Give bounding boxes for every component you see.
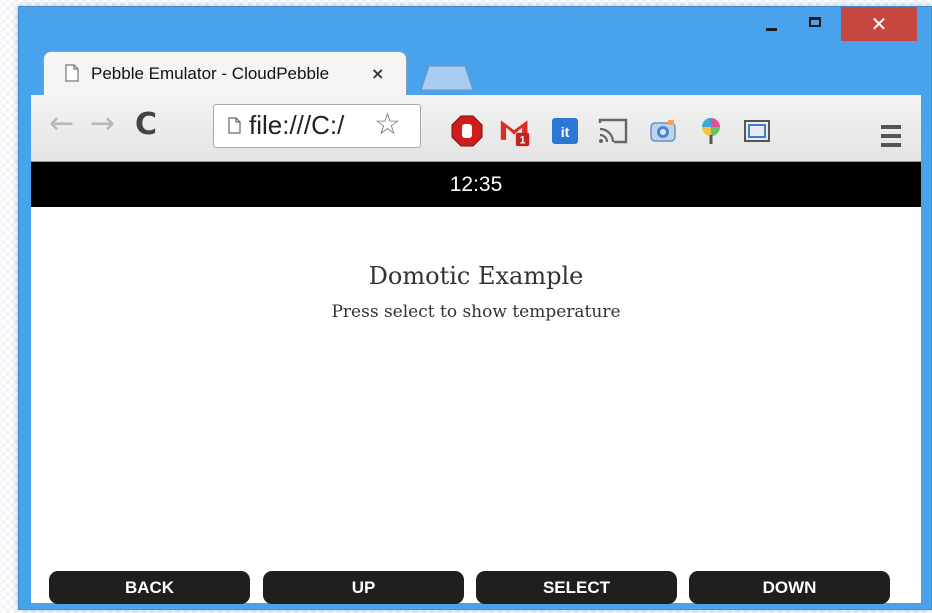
tab-close-button[interactable]: ×	[371, 64, 384, 83]
up-button[interactable]: UP	[263, 571, 464, 604]
address-bar[interactable]: file:///C:/ ☆	[213, 104, 421, 148]
gmail-icon[interactable]: 1	[499, 115, 531, 147]
gmail-badge: 1	[520, 134, 526, 146]
new-tab-button[interactable]	[419, 65, 475, 91]
app-title: Domotic Example	[368, 262, 584, 290]
page-icon	[65, 64, 79, 82]
forward-arrow-icon[interactable]: →	[90, 109, 115, 139]
back-arrow-icon[interactable]: ←	[49, 109, 74, 139]
photo-icon[interactable]	[647, 115, 679, 147]
cast-icon[interactable]	[597, 115, 629, 147]
bookmark-star-icon[interactable]: ☆	[374, 107, 401, 142]
down-button[interactable]: DOWN	[689, 571, 890, 604]
menu-icon[interactable]	[881, 125, 901, 152]
color-picker-icon[interactable]	[695, 115, 727, 147]
pebble-screen: Domotic Example Press select to show tem…	[31, 207, 921, 604]
select-button[interactable]: SELECT	[476, 571, 677, 604]
adblock-icon[interactable]	[451, 115, 483, 147]
screenshot-icon[interactable]	[741, 115, 773, 147]
url-text[interactable]: file:///C:/	[249, 110, 375, 141]
pebble-status-bar: 12:35	[31, 162, 921, 207]
tab-title: Pebble Emulator - CloudPebble	[91, 64, 330, 83]
maximize-button[interactable]	[794, 7, 838, 41]
app-subtitle: Press select to show temperature	[331, 302, 621, 322]
it-icon[interactable]: it	[549, 115, 581, 147]
browser-tab[interactable]: Pebble Emulator - CloudPebble ×	[43, 51, 407, 97]
back-button[interactable]: BACK	[49, 571, 250, 604]
it-label: it	[561, 124, 570, 140]
browser-toolbar: ← → C file:///C:/ ☆ 1 it	[31, 95, 921, 162]
browser-window: ✕ Pebble Emulator - CloudPebble × ← → C …	[18, 6, 932, 610]
reload-icon[interactable]: C	[135, 107, 157, 142]
pebble-button-bar: BACK UP SELECT DOWN	[49, 571, 909, 607]
file-icon	[228, 117, 241, 134]
clock-time: 12:35	[449, 173, 503, 196]
close-icon: ✕	[870, 12, 888, 36]
close-window-button[interactable]: ✕	[841, 7, 917, 41]
minimize-button[interactable]	[750, 7, 794, 41]
